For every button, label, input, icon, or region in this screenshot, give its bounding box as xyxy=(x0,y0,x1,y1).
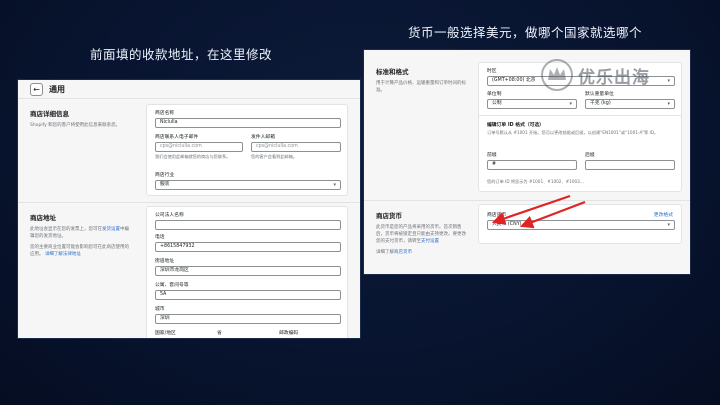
crown-logo-icon xyxy=(541,59,573,91)
watermark-text: 优乐出海 xyxy=(578,67,650,88)
red-arrow-2 xyxy=(519,200,586,229)
red-arrow-1 xyxy=(491,194,571,225)
watermark: 优乐出海 xyxy=(540,58,650,92)
